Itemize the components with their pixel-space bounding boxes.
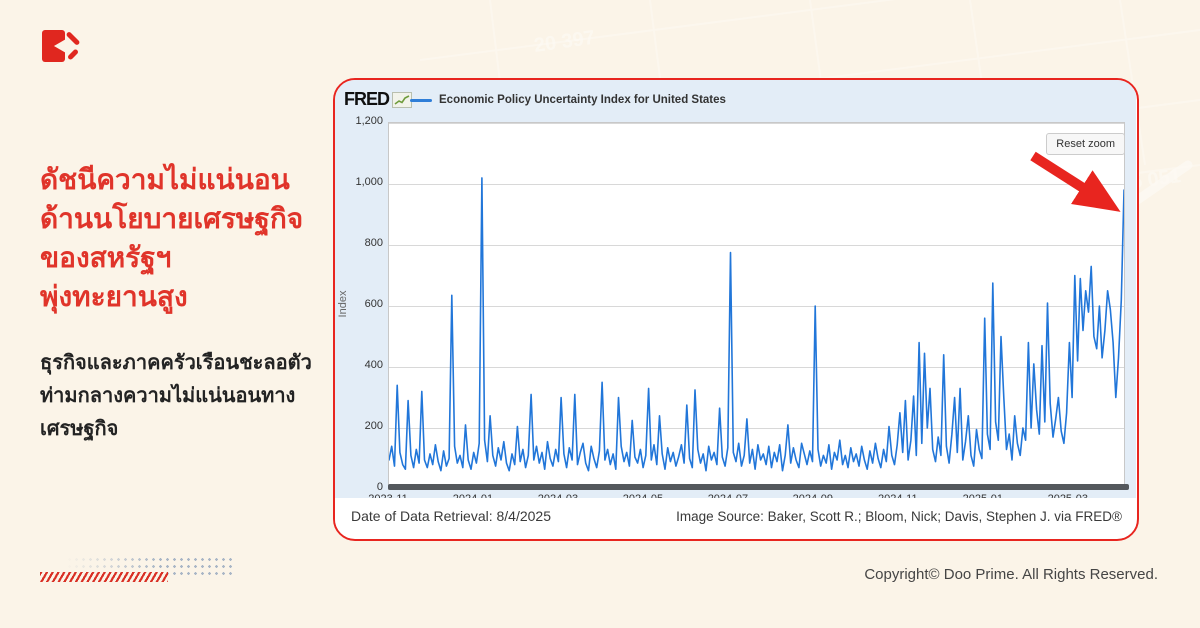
headline-line: พุ่งทะยานสูง — [40, 281, 188, 312]
legend-line-icon — [410, 98, 432, 102]
data-retrieval-date: Date of Data Retrieval: 8/4/2025 — [351, 508, 552, 524]
card-footer: Date of Data Retrieval: 8/4/2025 Image S… — [335, 498, 1136, 538]
y-tick-label: 400 — [364, 359, 383, 371]
page-title: ดัชนีความไม่แน่นอน ด้านนโยบายเศรษฐกิจ ขอ… — [40, 160, 345, 316]
subheadline-line: ท่ามกลางความไม่แน่นอนทาง — [40, 385, 296, 407]
headline-line: ด้านนโยบายเศรษฐกิจ — [40, 203, 304, 234]
headline-line: ของสหรัฐฯ — [40, 242, 172, 273]
plot-area[interactable] — [388, 122, 1125, 490]
line-series — [389, 177, 1124, 472]
chart-legend[interactable]: Economic Policy Uncertainty Index for Un… — [410, 94, 726, 106]
chart-scrollbar[interactable] — [388, 484, 1129, 490]
doo-prime-logo-icon — [42, 30, 82, 66]
logo-square — [42, 30, 65, 62]
striped-bar-decoration — [40, 572, 168, 582]
headline-line: ดัชนีความไม่แน่นอน — [40, 164, 290, 195]
image-source-credit: Image Source: Baker, Scott R.; Bloom, Ni… — [676, 508, 1122, 524]
reset-zoom-button[interactable]: Reset zoom — [1046, 133, 1125, 155]
page-subtitle: ธุรกิจและภาคครัวเรือนชะลอตัว ท่ามกลางควา… — [40, 347, 345, 446]
logo-stroke — [66, 48, 80, 61]
y-tick-label: 800 — [364, 237, 383, 249]
fred-logo-text: FRED — [344, 89, 390, 109]
logo-stroke — [65, 31, 81, 46]
subheadline-line: ธุรกิจและภาคครัวเรือนชะลอตัว — [40, 352, 312, 374]
fred-chart-icon — [392, 91, 412, 108]
y-tick-label: 1,200 — [355, 115, 383, 127]
y-tick-label: 1,000 — [355, 176, 383, 188]
chart-card: FRED Economic Policy Uncertainty Index f… — [333, 78, 1139, 541]
fred-logo: FRED — [344, 89, 412, 110]
y-tick-label: 0 — [376, 481, 383, 493]
y-tick-label: 200 — [364, 420, 383, 432]
legend-label: Economic Policy Uncertainty Index for Un… — [439, 94, 726, 106]
copyright-text: Copyright© Doo Prime. All Rights Reserve… — [864, 566, 1158, 583]
y-tick-label: 600 — [364, 298, 383, 310]
subheadline-line: เศรษฐกิจ — [40, 418, 119, 440]
watermark-number: 20 397 — [533, 27, 597, 57]
fred-chart: FRED Economic Policy Uncertainty Index f… — [335, 80, 1136, 505]
